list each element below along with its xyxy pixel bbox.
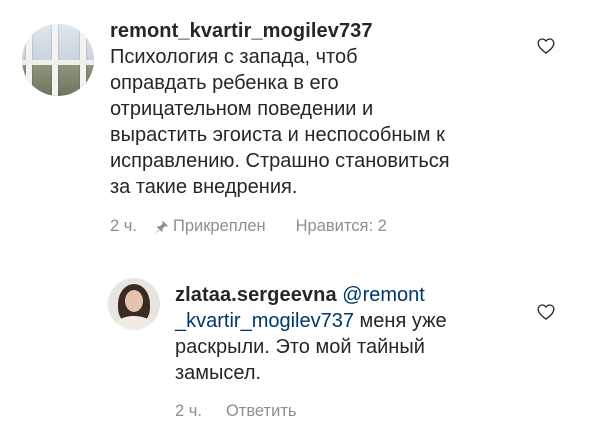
avatar[interactable]: [22, 24, 94, 96]
comment-text-line: вырастить эгоиста и неспособным к: [110, 124, 445, 146]
reply-username[interactable]: zlataa.sergeevna: [175, 284, 337, 306]
avatar-shoulders: [114, 316, 154, 330]
reply-item: zlataa.sergeevna @remont _kvartir_mogile…: [108, 278, 591, 428]
reply-body: zlataa.sergeevna @remont _kvartir_mogile…: [175, 282, 527, 386]
reply-text-line: zlataa.sergeevna @remont: [175, 282, 527, 308]
comment-time: 2 ч.: [110, 217, 137, 235]
reply-mention[interactable]: @remont: [342, 284, 425, 306]
reply-text: меня уже: [353, 310, 447, 332]
reply-text-line: замысел.: [175, 362, 262, 384]
comment-text-line: Психология с запада, чтоб: [110, 46, 358, 68]
reply-mention[interactable]: _kvartir_mogilev737: [175, 310, 354, 332]
comment-meta: 2 ч. Прикреплен Нравится: 2: [110, 217, 387, 236]
reply-time: 2 ч.: [175, 402, 202, 420]
reply-text-line: раскрыли. Это мой тайный: [175, 336, 425, 358]
comment-text-line: исправлению. Страшно становиться: [110, 150, 450, 172]
pinned-indicator: Прикреплен: [155, 217, 266, 236]
heart-outline-icon: [537, 38, 555, 54]
avatar-window-sill: [22, 60, 94, 65]
like-heart-icon[interactable]: [536, 302, 556, 322]
avatar-face: [125, 290, 143, 312]
reply-button[interactable]: Ответить: [226, 402, 297, 421]
pin-icon: [156, 220, 168, 233]
avatar[interactable]: [108, 278, 160, 330]
reply-meta: 2 ч. Ответить: [175, 402, 296, 421]
likes-count[interactable]: Нравится: 2: [296, 217, 387, 236]
like-heart-icon[interactable]: [536, 36, 556, 56]
comment-text-line: оправдать ребенка в его: [110, 72, 339, 94]
heart-outline-icon: [537, 304, 555, 320]
comment-text-line: отрицательном поведении и: [110, 98, 374, 120]
pinned-label: Прикреплен: [172, 217, 266, 235]
comment-item: remont_kvartir_mogilev737 Психология с з…: [22, 14, 591, 244]
comment-text-line: за такие внедрения.: [110, 176, 298, 198]
comment-body: remont_kvartir_mogilev737 Психология с з…: [110, 14, 535, 200]
reply-text-line: _kvartir_mogilev737 меня уже: [175, 308, 527, 334]
comment-username[interactable]: remont_kvartir_mogilev737: [110, 18, 535, 44]
